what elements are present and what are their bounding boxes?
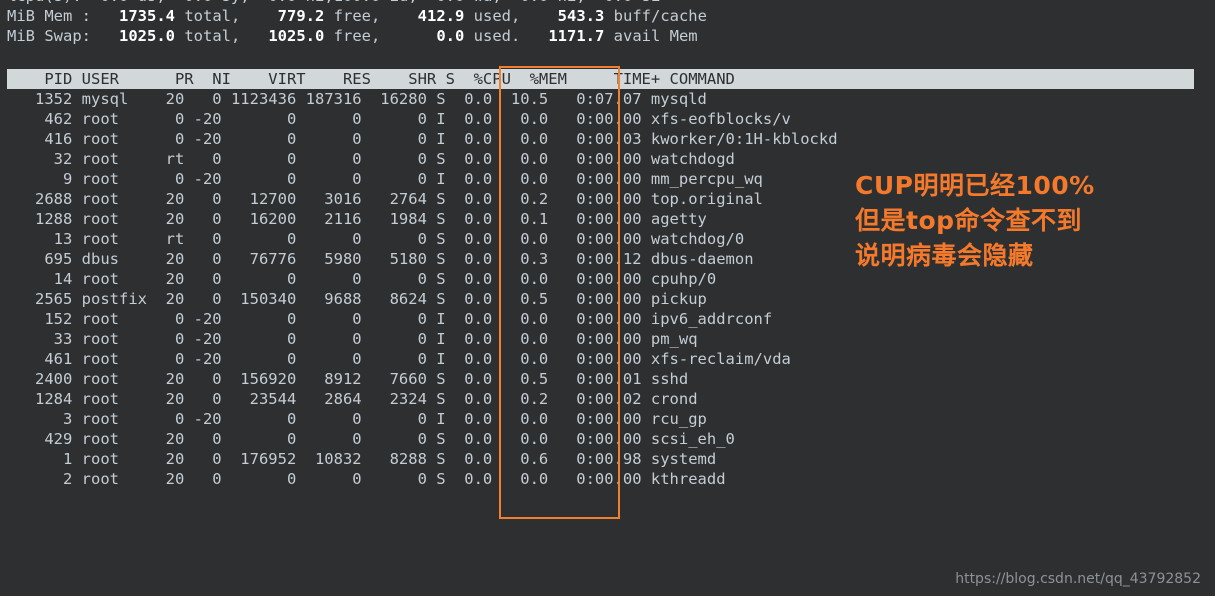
summary-line-swap-line: MiB Swap: 1025.0 total, 1025.0 free, 0.0… bbox=[7, 26, 1207, 46]
summary-token: free, bbox=[333, 27, 390, 45]
summary-token: used, bbox=[473, 7, 530, 25]
annotation-line-3: 说明病毒会隐藏 bbox=[855, 241, 1034, 270]
summary-token: total, bbox=[184, 27, 250, 45]
watermark-url: https://blog.csdn.net/qq_43792852 bbox=[955, 571, 1201, 587]
table-row: 461 root 0 -20 0 0 0 I 0.0 0.0 0:00.00 x… bbox=[7, 350, 791, 368]
process-table-body: 1352 mysql 20 0 1123436 187316 16280 S 0… bbox=[7, 89, 1207, 489]
summary-token: 100.0 bbox=[334, 0, 390, 5]
summary-token: 1025.0 bbox=[100, 27, 185, 45]
table-row: 429 root 20 0 0 0 0 S 0.0 0.0 0:00.00 sc… bbox=[7, 430, 735, 448]
summary-token: MiB Mem : bbox=[7, 7, 101, 25]
summary-token: 779.2 bbox=[249, 7, 334, 25]
annotation-line-1: CUP明明已经100% bbox=[855, 171, 1095, 200]
summary-token: 0.0 bbox=[82, 0, 138, 5]
summary-token: ni, bbox=[306, 0, 334, 5]
summary-line-mem-line: MiB Mem : 1735.4 total, 779.2 free, 412.… bbox=[7, 6, 1207, 26]
summary-token: 1735.4 bbox=[100, 7, 185, 25]
summary-token: free, bbox=[333, 7, 390, 25]
summary-token: 0.0 bbox=[418, 0, 474, 5]
table-row: 462 root 0 -20 0 0 0 I 0.0 0.0 0:00.00 x… bbox=[7, 110, 791, 128]
summary-token: hi, bbox=[558, 0, 586, 5]
annotation-line-2: 但是top命令查不到 bbox=[855, 206, 1083, 235]
summary-token: 1171.7 bbox=[529, 27, 614, 45]
summary-token: us, bbox=[138, 0, 166, 5]
table-row: 33 root 0 -20 0 0 0 I 0.0 0.0 0:00.00 pm… bbox=[7, 330, 698, 348]
summary-token: %Cpu(s): bbox=[7, 0, 82, 5]
annotation-text: CUP明明已经100% 但是top命令查不到 说明病毒会隐藏 bbox=[855, 168, 1095, 273]
summary-token: 1025.0 bbox=[249, 27, 334, 45]
summary-token: 0.0 bbox=[250, 0, 306, 5]
process-table-column-header: PID USER PR NI VIRT RES SHR S %CPU %MEM … bbox=[7, 69, 1194, 89]
summary-token: MiB Swap: bbox=[7, 27, 101, 45]
table-row: 1284 root 20 0 23544 2864 2324 S 0.0 0.2… bbox=[7, 390, 698, 408]
table-row: 416 root 0 -20 0 0 0 I 0.0 0.0 0:00.03 k… bbox=[7, 130, 838, 148]
table-row: 1352 mysql 20 0 1123436 187316 16280 S 0… bbox=[7, 90, 707, 108]
summary-token: 0.0 bbox=[586, 0, 642, 5]
table-row: 2400 root 20 0 156920 8912 7660 S 0.0 0.… bbox=[7, 370, 689, 388]
summary-token: 0.0 bbox=[502, 0, 558, 5]
summary-token: sy, bbox=[222, 0, 250, 5]
summary-token: buff/cache bbox=[613, 7, 707, 25]
table-row: 1 root 20 0 176952 10832 8288 S 0.0 0.6 … bbox=[7, 450, 717, 468]
summary-token: si bbox=[642, 0, 661, 5]
summary-token: 0.0 bbox=[166, 0, 222, 5]
summary-token: 412.9 bbox=[389, 7, 474, 25]
terminal-screenshot: %Cpu(s): 0.0 us, 0.0 sy, 0.0 ni,100.0 id… bbox=[0, 0, 1215, 596]
summary-token: 0.0 bbox=[389, 27, 474, 45]
table-row: 32 root rt 0 0 0 0 S 0.0 0.0 0:00.00 wat… bbox=[7, 150, 735, 168]
summary-token: 543.3 bbox=[529, 7, 614, 25]
summary-token: id, bbox=[390, 0, 418, 5]
table-row: 3 root 0 -20 0 0 0 I 0.0 0.0 0:00.00 rcu… bbox=[7, 410, 707, 428]
summary-token: avail Mem bbox=[613, 27, 698, 45]
table-row: 152 root 0 -20 0 0 0 I 0.0 0.0 0:00.00 i… bbox=[7, 310, 773, 328]
summary-token: wa, bbox=[474, 0, 502, 5]
top-summary-area: %Cpu(s): 0.0 us, 0.0 sy, 0.0 ni,100.0 id… bbox=[7, 0, 1207, 46]
summary-token: used. bbox=[473, 27, 530, 45]
table-row: 2 root 20 0 0 0 0 S 0.0 0.0 0:00.00 kthr… bbox=[7, 470, 726, 488]
table-row: 2565 postfix 20 0 150340 9688 8624 S 0.0… bbox=[7, 290, 707, 308]
summary-token: total, bbox=[184, 7, 250, 25]
